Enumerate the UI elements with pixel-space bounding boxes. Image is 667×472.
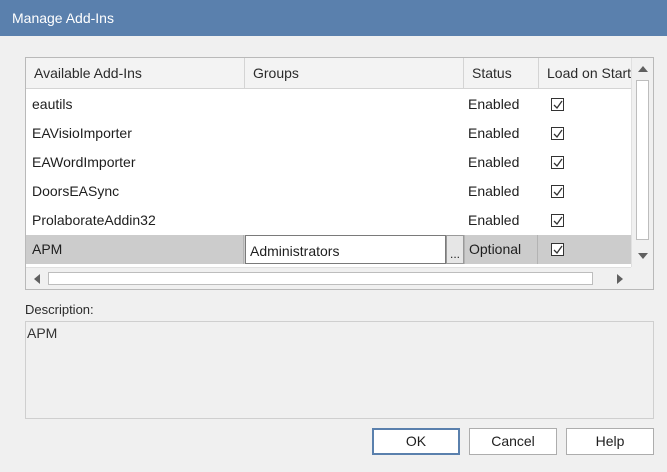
description-label: Description: <box>25 302 94 317</box>
addin-name-cell[interactable]: ProlaborateAddin32 <box>26 206 244 235</box>
table-row[interactable]: DoorsEASync Enabled <box>26 177 631 206</box>
vertical-scroll-thumb[interactable] <box>636 80 649 240</box>
groups-cell[interactable] <box>245 148 446 177</box>
checkmark-icon <box>553 216 563 226</box>
load-on-start-cell <box>539 235 631 264</box>
checkmark-icon <box>553 129 563 139</box>
window-title: Manage Add-Ins <box>0 0 667 36</box>
groups-input[interactable]: Administrators <box>245 235 446 264</box>
addins-grid: Available Add-Ins Groups Status Load on … <box>25 57 654 290</box>
load-on-start-cell <box>539 177 631 206</box>
load-on-start-checkbox[interactable] <box>551 243 564 256</box>
vertical-scrollbar[interactable] <box>631 58 653 267</box>
checkmark-icon <box>553 158 563 168</box>
groups-cell[interactable] <box>245 177 446 206</box>
scrollbar-corner <box>631 267 653 289</box>
column-header-available-addins[interactable]: Available Add-Ins <box>26 58 245 88</box>
checkmark-icon <box>553 187 563 197</box>
addin-name-cell[interactable]: APM <box>26 235 244 264</box>
addin-name-cell[interactable]: eautils <box>26 90 244 119</box>
load-on-start-checkbox[interactable] <box>551 185 564 198</box>
load-on-start-cell <box>539 206 631 235</box>
load-on-start-checkbox[interactable] <box>551 156 564 169</box>
grid-header: Available Add-Ins Groups Status Load on … <box>26 58 631 89</box>
column-header-status[interactable]: Status <box>464 58 539 88</box>
groups-cell[interactable] <box>245 119 446 148</box>
checkmark-icon <box>553 100 563 110</box>
scroll-left-arrow-icon[interactable] <box>27 269 47 289</box>
groups-cell[interactable] <box>245 90 446 119</box>
horizontal-scrollbar[interactable] <box>26 267 631 289</box>
status-cell[interactable]: Optional <box>464 235 538 264</box>
table-row[interactable]: ProlaborateAddin32 Enabled <box>26 206 631 235</box>
status-cell[interactable]: Enabled <box>464 206 538 235</box>
status-cell[interactable]: Enabled <box>464 119 538 148</box>
column-header-groups[interactable]: Groups <box>245 58 464 88</box>
groups-ellipsis-button[interactable]: ... <box>446 235 464 264</box>
addin-name-cell[interactable]: EAVisioImporter <box>26 119 244 148</box>
help-button[interactable]: Help <box>566 428 654 455</box>
column-header-load-on-start[interactable]: Load on Start <box>539 58 631 88</box>
horizontal-scroll-thumb[interactable] <box>48 272 593 285</box>
status-cell[interactable]: Enabled <box>464 148 538 177</box>
load-on-start-cell <box>539 148 631 177</box>
load-on-start-checkbox[interactable] <box>551 98 564 111</box>
checkmark-icon <box>553 245 563 255</box>
scroll-up-arrow-icon[interactable] <box>633 59 653 79</box>
status-cell[interactable]: Enabled <box>464 177 538 206</box>
table-row[interactable]: EAVisioImporter Enabled <box>26 119 631 148</box>
description-box: APM <box>25 321 654 419</box>
addin-name-cell[interactable]: DoorsEASync <box>26 177 244 206</box>
table-row[interactable]: eautils Enabled <box>26 90 631 119</box>
scroll-right-arrow-icon[interactable] <box>610 269 630 289</box>
cancel-button[interactable]: Cancel <box>469 428 557 455</box>
table-row[interactable]: APM Administrators... Optional <box>26 235 631 264</box>
load-on-start-cell <box>539 90 631 119</box>
load-on-start-checkbox[interactable] <box>551 127 564 140</box>
addin-name-cell[interactable]: EAWordImporter <box>26 148 244 177</box>
groups-cell[interactable] <box>245 206 446 235</box>
load-on-start-checkbox[interactable] <box>551 214 564 227</box>
scroll-down-arrow-icon[interactable] <box>633 246 653 266</box>
ok-button[interactable]: OK <box>372 428 460 455</box>
load-on-start-cell <box>539 119 631 148</box>
table-row[interactable]: EAWordImporter Enabled <box>26 148 631 177</box>
status-cell[interactable]: Enabled <box>464 90 538 119</box>
